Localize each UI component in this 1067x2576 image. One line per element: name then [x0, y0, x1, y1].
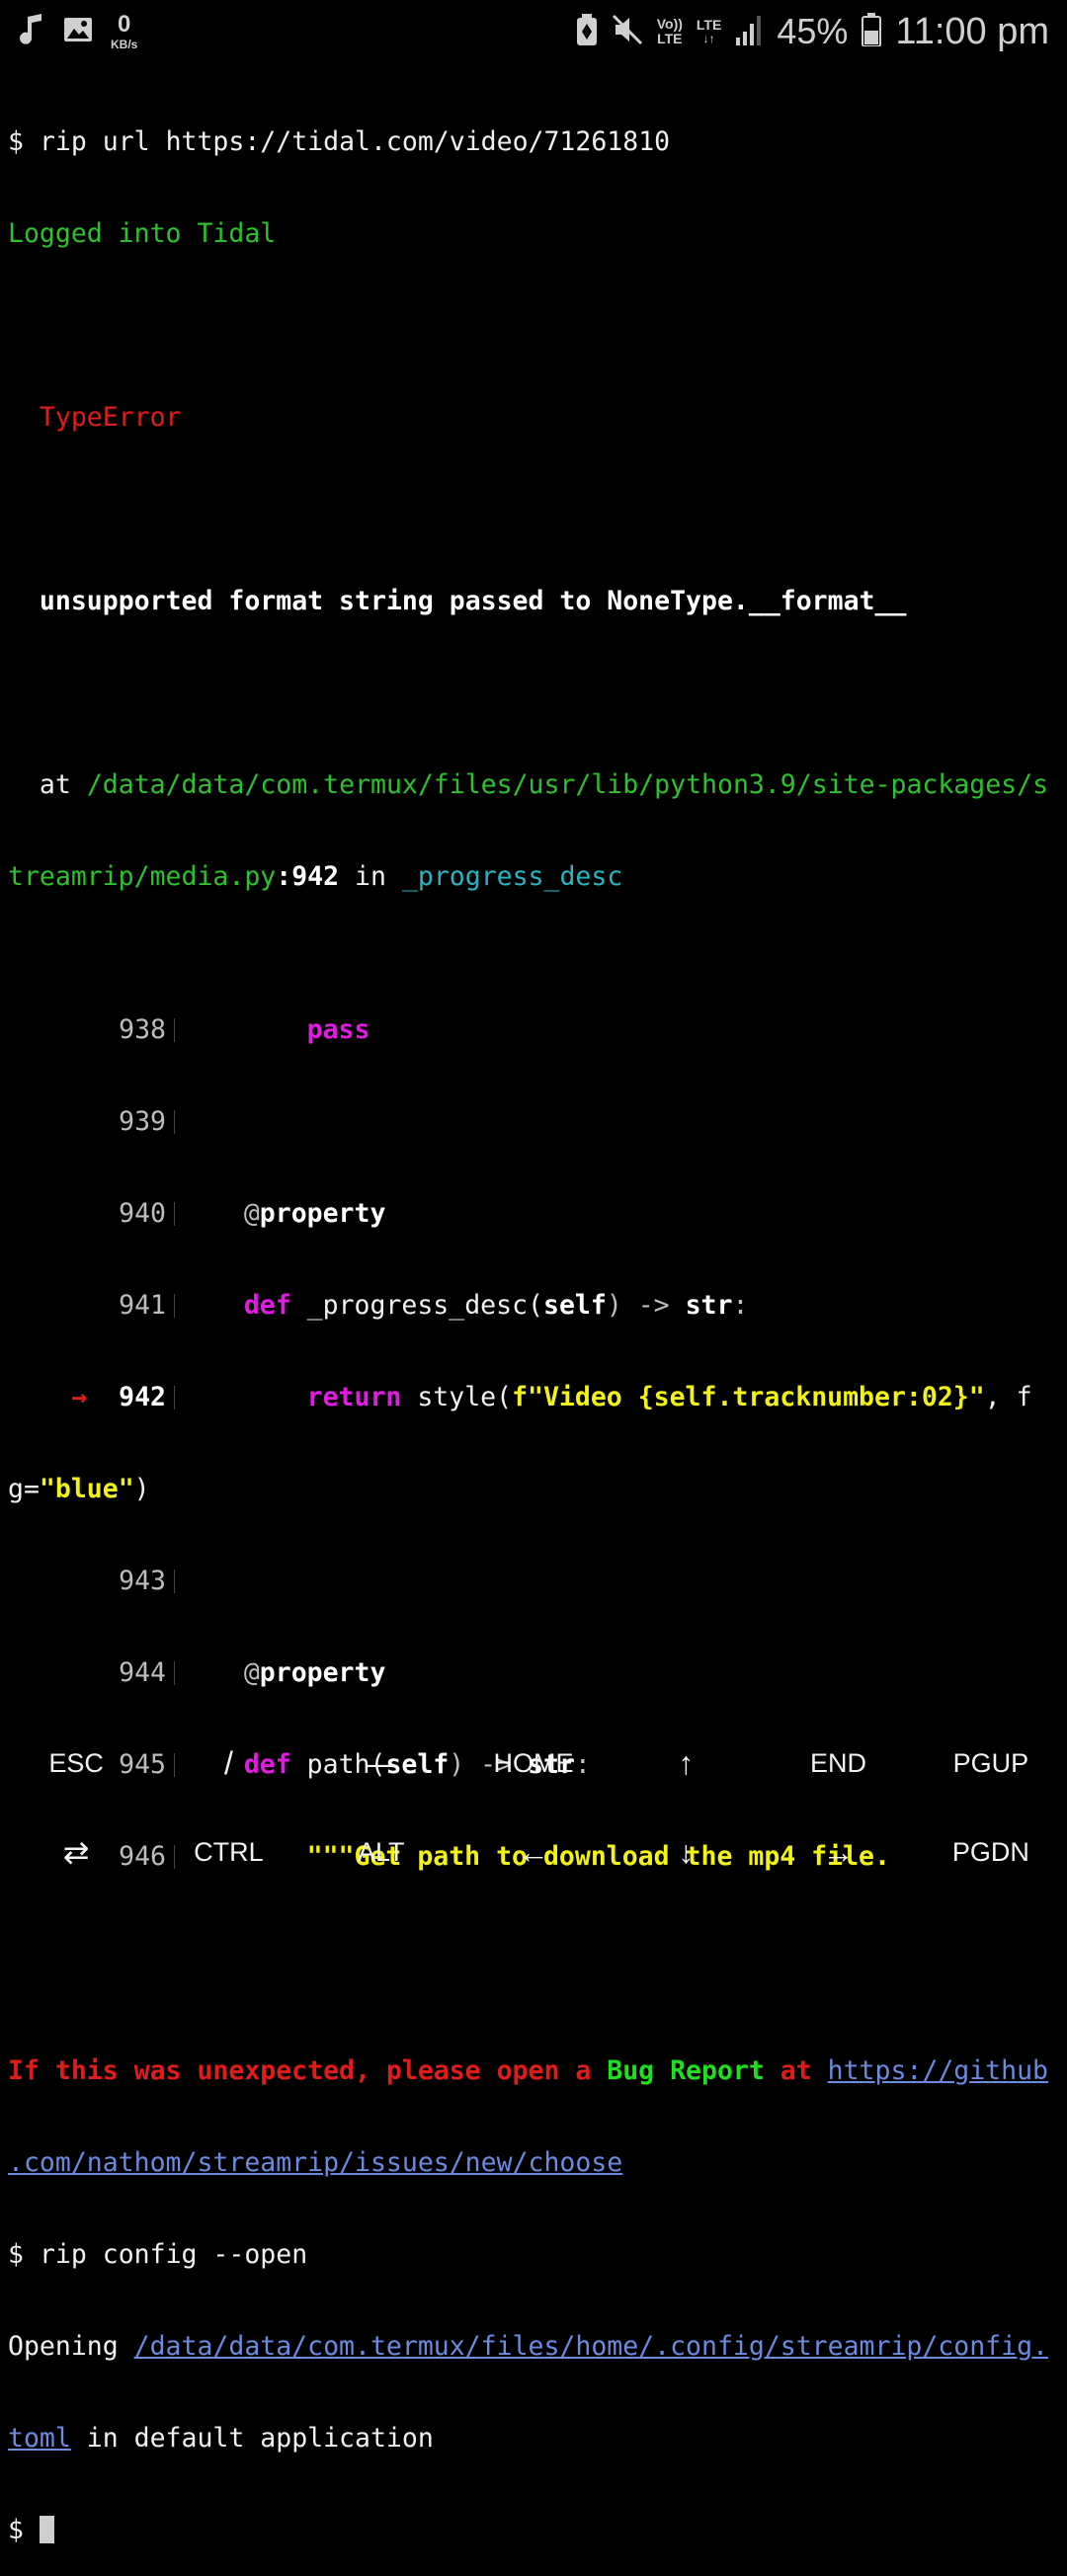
bug-report-link[interactable]: https://github — [828, 2055, 1048, 2086]
slash-key[interactable]: / — [152, 1745, 304, 1782]
line-number-current: → 942 — [71, 1382, 166, 1412]
battery-percent: 45% — [777, 11, 849, 51]
line-number: 941 — [119, 1290, 166, 1321]
error-type: TypeError — [39, 402, 182, 433]
line-number: 940 — [119, 1198, 166, 1229]
battery-icon — [862, 12, 882, 51]
function-name: _progress_desc — [401, 861, 623, 892]
esc-key[interactable]: ESC — [0, 1748, 152, 1779]
music-note-icon — [18, 13, 45, 51]
traceback-location-line-cont: treamrip/media.py:942 in _progress_desc — [8, 861, 1061, 892]
error-message: unsupported format string passed to None… — [39, 586, 907, 616]
line-number: 944 — [119, 1657, 166, 1688]
error-type-line: TypeError — [8, 402, 1061, 433]
bug-report-link-cont[interactable]: .com/nathom/streamrip/issues/new/choose — [8, 2147, 622, 2178]
home-key[interactable]: HOME — [457, 1748, 610, 1779]
prompt: $ — [8, 2515, 24, 2545]
prompt: $ — [8, 2239, 24, 2270]
code-line: 938 pass — [8, 1014, 1061, 1045]
alt-key[interactable]: ALT — [305, 1837, 457, 1868]
code-line-wrap: g="blue") — [8, 1474, 150, 1504]
string-literal: f"Video {self.tracknumber:02}" — [512, 1382, 985, 1412]
image-icon — [63, 16, 93, 48]
current-line-arrow-icon: → — [71, 1382, 88, 1412]
prompt: $ — [8, 126, 24, 157]
volte-label-bottom: LTE — [657, 31, 683, 46]
extra-keys-row-2: ⇄ CTRL ALT ← ↓ → PGDN — [0, 1808, 1067, 1896]
line-number: 939 — [119, 1106, 166, 1137]
string-literal: "blue" — [39, 1474, 134, 1504]
pgdn-key[interactable]: PGDN — [915, 1837, 1067, 1868]
arrow-down-key[interactable]: ↓ — [610, 1834, 762, 1871]
decorator-name: property — [259, 1657, 386, 1688]
file-path-cont: treamrip/media.py — [8, 861, 277, 892]
signal-icon — [735, 14, 763, 50]
command-line-2: $ rip config --open — [8, 2239, 1061, 2270]
network-speed-value: 0 — [117, 11, 131, 38]
ctrl-key[interactable]: CTRL — [152, 1837, 304, 1868]
keyword: return — [306, 1382, 402, 1412]
network-speed: 0 KB/s — [111, 11, 138, 51]
line-number: 938 — [119, 1014, 166, 1045]
terminal-output[interactable]: $ rip url https://tidal.com/video/712618… — [8, 65, 1061, 2576]
code-line: 939 — [8, 1106, 1061, 1137]
bug-report-label: Bug Report — [607, 2055, 765, 2086]
line-number: 943 — [119, 1566, 166, 1596]
keyword: def — [243, 1290, 291, 1321]
decorator-name: property — [259, 1198, 386, 1229]
error-message-line: unsupported format string passed to None… — [8, 586, 1061, 616]
extra-keys-row-1: ESC / — HOME ↑ END PGUP — [0, 1719, 1067, 1808]
keyword: pass — [306, 1014, 370, 1045]
command-line-1: $ rip url https://tidal.com/video/712618… — [8, 126, 1061, 157]
bug-report-line-cont: .com/nathom/streamrip/issues/new/choose — [8, 2147, 1061, 2178]
code-line: 944 @property — [8, 1657, 1061, 1688]
arrow-up-key[interactable]: ↑ — [610, 1745, 762, 1782]
arrow-left-key[interactable]: ← — [457, 1834, 610, 1871]
code-line: 943 — [8, 1566, 1061, 1596]
code-line-current: → 942 return style(f"Video {self.tracknu… — [8, 1382, 1061, 1412]
in-label: in — [355, 861, 386, 892]
command-text: rip config --open — [39, 2239, 308, 2270]
opening-line-cont: toml in default application — [8, 2423, 434, 2454]
login-status: Logged into Tidal — [8, 218, 277, 249]
code-line: 941 def _progress_desc(self) -> str: — [8, 1290, 1061, 1321]
at-label: at — [39, 769, 71, 800]
status-bar: 0 KB/s Vo)) LTE LTE ↓↑ 45% 11:00 pm — [0, 0, 1067, 61]
code-line: 940 @property — [8, 1198, 1061, 1229]
file-path: /data/data/com.termux/files/usr/lib/pyth… — [86, 769, 1049, 800]
mute-icon — [612, 14, 643, 50]
lte-label: LTE — [696, 17, 722, 34]
opening-line: Opening /data/data/com.termux/files/home… — [8, 2331, 1048, 2362]
input-line[interactable]: $ — [8, 2515, 1061, 2545]
battery-saver-icon — [576, 13, 598, 50]
bug-report-line: If this was unexpected, please open a Bu… — [8, 2055, 1049, 2086]
config-path-link-cont[interactable]: toml — [8, 2423, 71, 2454]
traceback-location-line: at /data/data/com.termux/files/usr/lib/p… — [8, 769, 1061, 800]
network-speed-unit: KB/s — [111, 38, 138, 51]
config-path-link[interactable]: /data/data/com.termux/files/home/.config… — [134, 2331, 1048, 2362]
volte-label-top: Vo)) — [656, 16, 683, 33]
dash-key[interactable]: — — [305, 1745, 457, 1782]
command-text: rip url https://tidal.com/video/71261810 — [39, 126, 671, 157]
end-key[interactable]: END — [762, 1748, 914, 1779]
line-ref: :942 — [276, 861, 340, 892]
volte-icon: Vo)) LTE — [657, 17, 683, 45]
pgup-key[interactable]: PGUP — [915, 1748, 1067, 1779]
clock: 11:00 pm — [895, 10, 1049, 52]
arrow-right-key[interactable]: → — [762, 1834, 914, 1871]
lte-data-icon: LTE ↓↑ — [696, 17, 722, 46]
extra-keys-bar: ESC / — HOME ↑ END PGUP ⇄ CTRL ALT ← ↓ →… — [0, 1719, 1067, 1896]
tab-key[interactable]: ⇄ — [0, 1833, 152, 1871]
text-cursor — [39, 2516, 54, 2543]
